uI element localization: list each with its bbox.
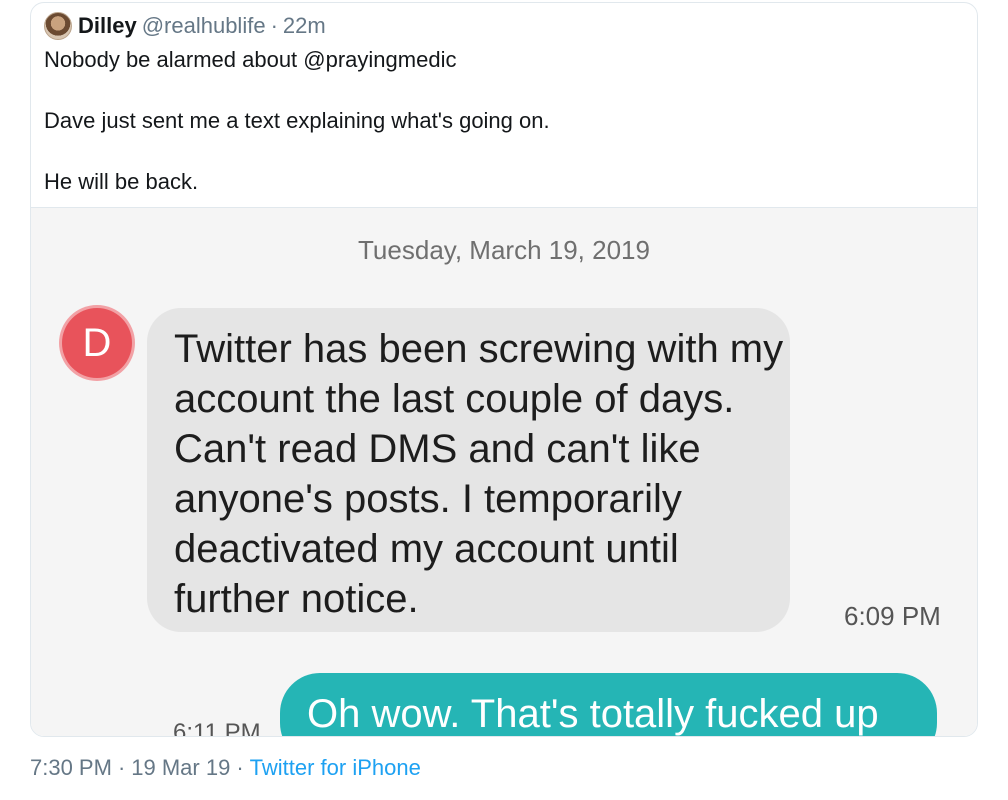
tweet-footer: 7:30 PM · 19 Mar 19 · Twitter for iPhone <box>30 755 421 781</box>
contact-avatar: D <box>62 308 132 378</box>
footer-separator: · <box>117 755 126 780</box>
incoming-message-time: 6:09 PM <box>844 601 941 631</box>
outgoing-message-bubble: Oh wow. That's totally fucked up <box>280 673 937 736</box>
outgoing-message-text: Oh wow. That's totally fucked up <box>307 692 879 736</box>
tweet-time-ago[interactable]: 22m <box>283 13 326 39</box>
footer-separator: · <box>236 755 244 780</box>
tweet-text: Nobody be alarmed about @prayingmedic Da… <box>44 45 944 197</box>
tweet-line: He will be back. <box>44 169 199 194</box>
header-separator: · <box>270 13 278 38</box>
tweet-header: Dilley @realhublife · 22m <box>44 10 326 42</box>
attached-screenshot[interactable]: Tuesday, March 19, 2019 D Twitter has be… <box>31 207 977 737</box>
tweet-timestamp[interactable]: 7:30 PM <box>30 755 112 781</box>
conversation-date: Tuesday, March 19, 2019 <box>358 235 650 265</box>
tweet-source-link[interactable]: Twitter for iPhone <box>250 755 421 781</box>
incoming-message-text: Twitter has been screwing with my accoun… <box>174 327 784 621</box>
tweet-date[interactable]: 19 Mar 19 <box>131 755 230 781</box>
author-avatar[interactable] <box>44 12 72 40</box>
incoming-message-bubble: Twitter has been screwing with my accoun… <box>147 308 790 632</box>
outgoing-message-time: 6:11 PM <box>173 719 261 737</box>
author-handle[interactable]: @realhublife <box>142 13 266 39</box>
tweet-card[interactable]: Dilley @realhublife · 22m Nobody be alar… <box>30 2 978 737</box>
tweet-line: Dave just sent me a text explaining what… <box>44 108 550 133</box>
author-name[interactable]: Dilley <box>78 13 137 39</box>
tweet-line: Nobody be alarmed about @prayingmedic <box>44 47 457 72</box>
